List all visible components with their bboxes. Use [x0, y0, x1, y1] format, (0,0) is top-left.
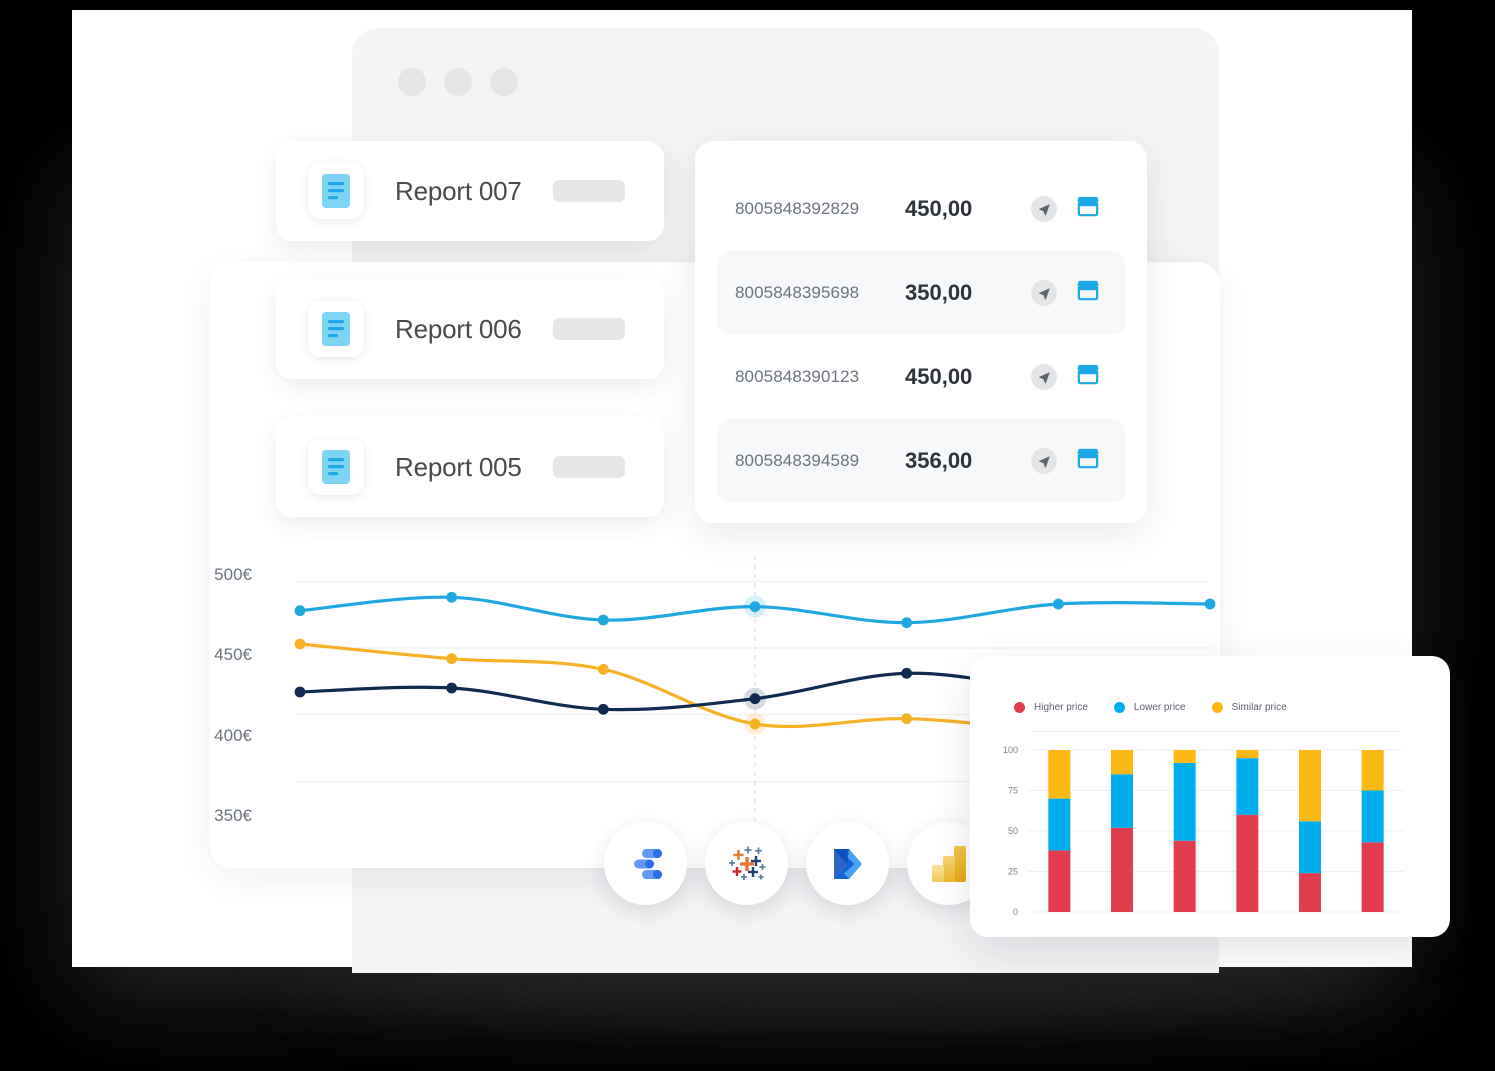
row-actions	[1031, 448, 1099, 474]
document-icon	[308, 439, 364, 495]
row-actions	[1031, 196, 1099, 222]
window-dot-close[interactable]	[398, 68, 426, 96]
storefront-icon[interactable]	[1077, 364, 1099, 390]
document-icon	[308, 163, 364, 219]
legend-item-lower-price[interactable]: Lower price	[1113, 702, 1186, 713]
storefront-icon[interactable]	[1077, 280, 1099, 306]
report-card[interactable]: Report 006	[276, 279, 664, 379]
send-arrow-icon[interactable]	[1031, 364, 1057, 390]
send-arrow-icon[interactable]	[1031, 196, 1057, 222]
row-actions	[1031, 280, 1099, 306]
integration-icons	[604, 822, 990, 905]
send-arrow-icon[interactable]	[1031, 448, 1057, 474]
illustration-canvas: Report 007 Report 006 Report 005 8005848…	[0, 0, 1495, 1071]
legend-divider	[1030, 731, 1398, 732]
google-data-studio-icon[interactable]	[604, 822, 687, 905]
report-card[interactable]: Report 007	[276, 141, 664, 241]
report-title: Report 007	[395, 175, 522, 206]
report-title: Report 005	[395, 451, 522, 482]
window-dot-minimize[interactable]	[444, 68, 472, 96]
report-placeholder-pill	[552, 456, 625, 478]
table-row[interactable]: 8005848395698 350,00	[717, 251, 1125, 335]
table-row[interactable]: 8005848392829 450,00	[717, 167, 1125, 251]
svg-text:50: 50	[1008, 826, 1018, 836]
legend-label: Similar price	[1231, 702, 1287, 713]
price-position-stacked-bar-chart: Higher price Lower price Similar price 1…	[970, 656, 1450, 937]
window-dot-maximize[interactable]	[490, 68, 518, 96]
product-ean: 8005848394589	[735, 451, 860, 470]
report-placeholder-pill	[552, 180, 625, 202]
report-card[interactable]: Report 005	[276, 417, 664, 517]
document-icon	[308, 301, 364, 357]
report-placeholder-pill	[552, 318, 625, 340]
svg-text:0: 0	[1013, 907, 1018, 917]
report-title: Report 006	[395, 313, 522, 344]
product-ean: 8005848392829	[735, 199, 860, 218]
legend-swatch-lower	[1113, 702, 1125, 713]
row-actions	[1031, 364, 1099, 390]
product-ean: 8005848395698	[735, 283, 860, 302]
legend-item-higher-price[interactable]: Higher price	[1014, 702, 1088, 713]
svg-text:100: 100	[1003, 745, 1018, 755]
product-price: 450,00	[905, 196, 973, 221]
legend-label: Lower price	[1133, 702, 1186, 713]
product-price: 450,00	[905, 364, 973, 389]
send-arrow-icon[interactable]	[1031, 280, 1057, 306]
page-canvas: Report 007 Report 006 Report 005 8005848…	[72, 10, 1450, 973]
tableau-icon[interactable]	[705, 822, 788, 905]
table-row[interactable]: 8005848394589 356,00	[717, 419, 1125, 503]
product-price: 356,00	[905, 448, 973, 473]
bar-chart-plot: 100 75 50 25 0	[1003, 745, 1404, 917]
storefront-icon[interactable]	[1077, 448, 1099, 474]
svg-text:75: 75	[1008, 786, 1018, 796]
legend-swatch-similar	[1211, 702, 1223, 713]
price-list-card: 8005848392829 450,00 8005848395698 350,0…	[695, 141, 1147, 523]
svg-text:25: 25	[1008, 867, 1018, 877]
table-row[interactable]: 8005848390123 450,00	[717, 335, 1125, 419]
power-automate-icon[interactable]	[806, 822, 889, 905]
storefront-icon[interactable]	[1077, 196, 1099, 222]
legend-item-similar-price[interactable]: Similar price	[1211, 702, 1287, 713]
window-controls	[398, 68, 518, 96]
product-ean: 8005848390123	[735, 367, 860, 386]
chart-legend: Higher price Lower price Similar price	[970, 656, 1450, 713]
legend-label: Higher price	[1034, 702, 1088, 713]
product-price: 350,00	[905, 280, 973, 305]
legend-swatch-higher	[1014, 702, 1025, 713]
